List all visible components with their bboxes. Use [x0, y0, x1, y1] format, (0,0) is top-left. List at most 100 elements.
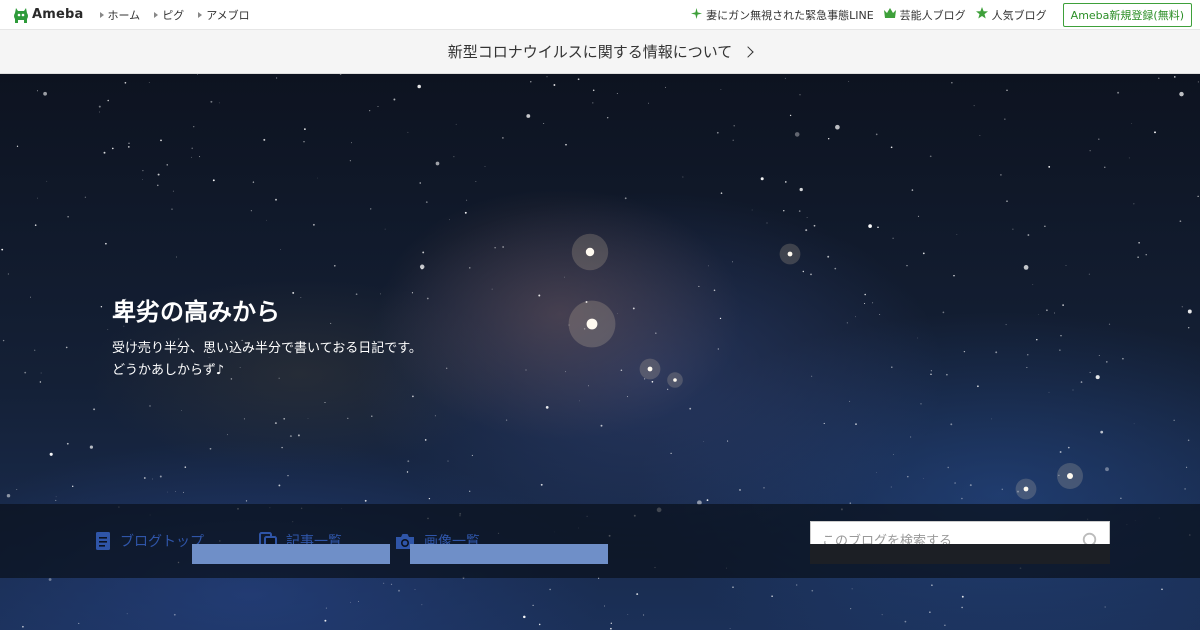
star	[175, 490, 177, 492]
star	[606, 116, 609, 119]
star	[763, 487, 765, 489]
star	[111, 147, 114, 150]
star	[946, 373, 948, 376]
star	[1048, 166, 1051, 168]
star	[1173, 419, 1175, 421]
star	[600, 424, 603, 427]
star	[910, 436, 912, 438]
star	[34, 224, 37, 226]
star	[72, 485, 74, 487]
register-button[interactable]: Ameba新規登録(無料)	[1062, 2, 1192, 27]
star	[1137, 256, 1139, 258]
star	[588, 385, 589, 387]
star	[794, 132, 800, 137]
star	[911, 189, 914, 191]
star	[191, 147, 193, 150]
star	[1059, 349, 1061, 351]
star	[789, 114, 792, 117]
star	[1080, 381, 1083, 383]
star	[1105, 467, 1109, 472]
star	[1187, 309, 1192, 314]
bright-star	[673, 378, 677, 382]
star	[610, 622, 612, 624]
star	[325, 607, 327, 609]
star	[729, 628, 731, 630]
star	[324, 402, 326, 404]
blog-title[interactable]: 卑劣の高みから	[112, 292, 280, 327]
star	[171, 208, 173, 210]
star	[1026, 366, 1028, 368]
star	[209, 447, 212, 450]
bright-star	[586, 318, 598, 330]
star	[287, 475, 289, 477]
star	[564, 276, 565, 278]
blog-top-link[interactable]: ブログトップ	[95, 531, 204, 551]
star	[317, 177, 318, 179]
star	[617, 313, 618, 314]
nav-ameblo[interactable]: アメブロ	[198, 7, 250, 23]
star	[126, 613, 128, 615]
star	[98, 105, 101, 108]
star	[107, 99, 109, 102]
star	[1098, 138, 1100, 140]
star	[1054, 312, 1055, 314]
star	[720, 192, 723, 194]
star	[872, 302, 874, 304]
star	[760, 177, 764, 181]
star	[333, 264, 336, 267]
star	[890, 486, 892, 488]
star	[530, 81, 532, 83]
star	[469, 490, 471, 492]
star	[349, 160, 351, 162]
nav-pigg[interactable]: ピグ	[154, 7, 184, 23]
article-card[interactable]	[192, 544, 390, 564]
bright-star	[787, 251, 793, 257]
star	[371, 415, 373, 417]
star	[834, 267, 837, 270]
star	[732, 261, 733, 263]
star	[407, 131, 409, 133]
article-card[interactable]	[410, 544, 608, 564]
star	[422, 251, 425, 254]
star	[152, 478, 154, 480]
nav-home[interactable]: ホーム	[99, 7, 140, 23]
star	[543, 123, 545, 124]
star	[84, 196, 87, 198]
star	[351, 142, 353, 144]
nav-celebrity-blog[interactable]: 芸能人ブログ	[883, 7, 966, 23]
star	[283, 417, 286, 420]
star-icon	[975, 7, 988, 22]
star	[1100, 430, 1104, 434]
star	[466, 199, 468, 201]
star	[183, 491, 184, 493]
star	[417, 84, 421, 89]
ameba-logo[interactable]: Ameba	[13, 6, 84, 24]
star	[1145, 254, 1147, 256]
global-nav-left: ホーム ピグ アメブロ	[99, 7, 264, 23]
star	[34, 349, 36, 351]
star	[891, 366, 893, 368]
star	[1133, 423, 1135, 425]
star	[276, 77, 278, 79]
covid-notice-bar[interactable]: 新型コロナウイルスに関する情報について	[0, 30, 1200, 74]
nav-featured-line[interactable]: 妻にガン無視された緊急事態LINE	[691, 7, 874, 23]
star	[55, 499, 57, 501]
star	[505, 419, 508, 421]
star	[823, 422, 825, 424]
star	[446, 367, 448, 369]
global-header: Ameba ホーム ピグ アメブロ 妻にガン無視された緊急事態LINE 芸能人ブ…	[0, 0, 1200, 30]
star	[553, 84, 556, 86]
star	[1001, 488, 1004, 491]
nav-popular-blog[interactable]: 人気ブログ	[975, 7, 1047, 23]
star	[626, 396, 629, 398]
star	[689, 407, 692, 410]
star	[538, 294, 541, 297]
star	[682, 176, 684, 178]
star	[1005, 324, 1007, 326]
star	[636, 593, 639, 596]
star	[1117, 91, 1120, 94]
star	[877, 226, 879, 228]
star	[142, 169, 144, 172]
star	[212, 179, 215, 182]
star	[67, 216, 69, 218]
